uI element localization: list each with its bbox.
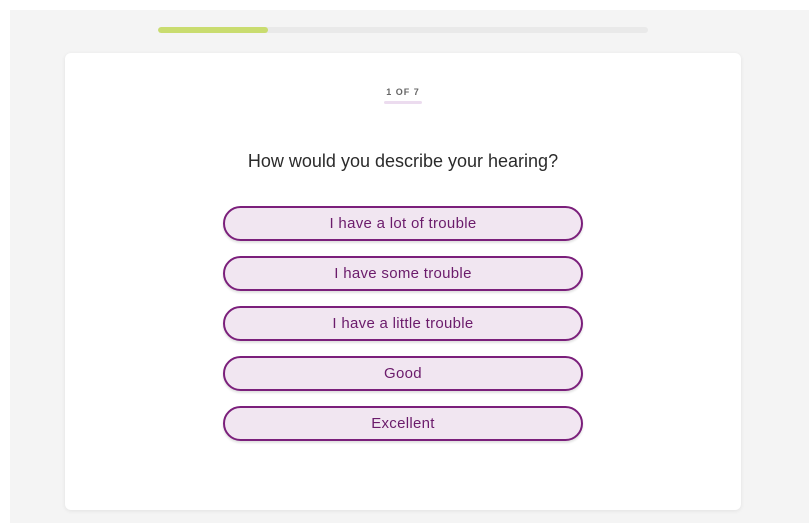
question-card: 1 OF 7 How would you describe your heari…	[65, 53, 741, 510]
question-text: How would you describe your hearing?	[247, 151, 559, 171]
progress-bar-fill	[158, 27, 268, 33]
page-background: 1 OF 7 How would you describe your heari…	[10, 10, 809, 523]
answer-options: I have a lot of trouble I have some trou…	[223, 206, 583, 456]
option-a-little-trouble-button[interactable]: I have a little trouble	[223, 306, 583, 341]
option-some-trouble-button[interactable]: I have some trouble	[223, 256, 583, 291]
option-a-lot-of-trouble-button[interactable]: I have a lot of trouble	[223, 206, 583, 241]
option-good-button[interactable]: Good	[223, 356, 583, 391]
step-counter-underline	[384, 101, 422, 104]
progress-bar	[158, 27, 648, 33]
option-excellent-button[interactable]: Excellent	[223, 406, 583, 441]
step-counter: 1 OF 7	[386, 87, 420, 97]
